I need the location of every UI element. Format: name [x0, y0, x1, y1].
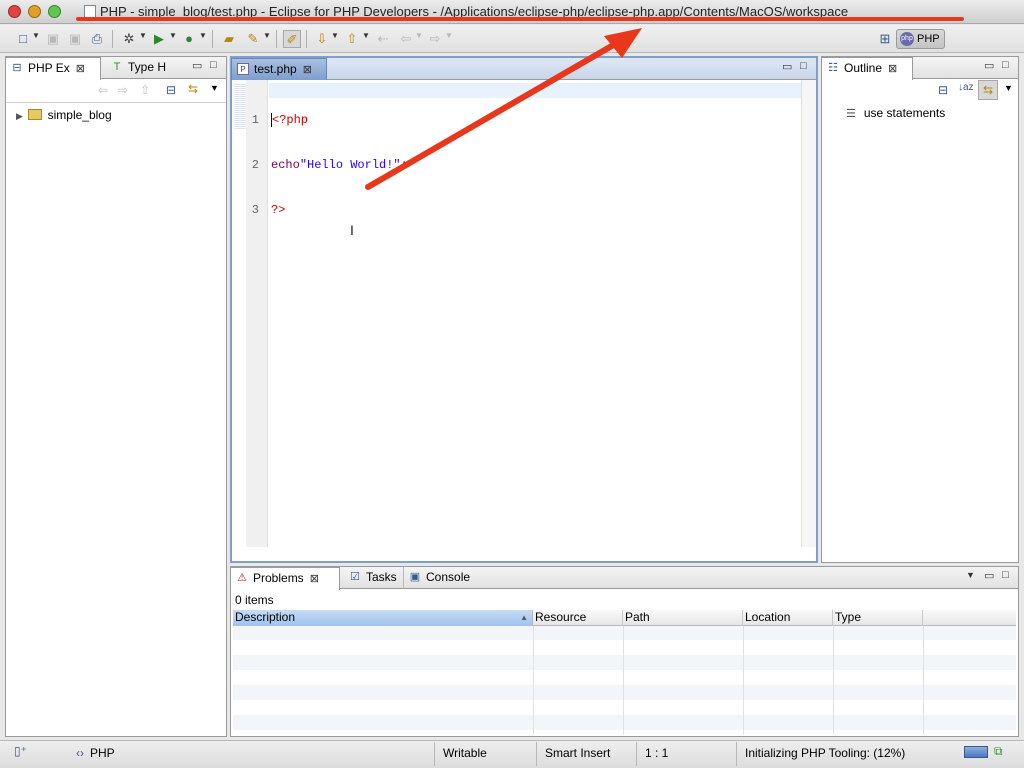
annotation-arrow	[365, 28, 642, 190]
